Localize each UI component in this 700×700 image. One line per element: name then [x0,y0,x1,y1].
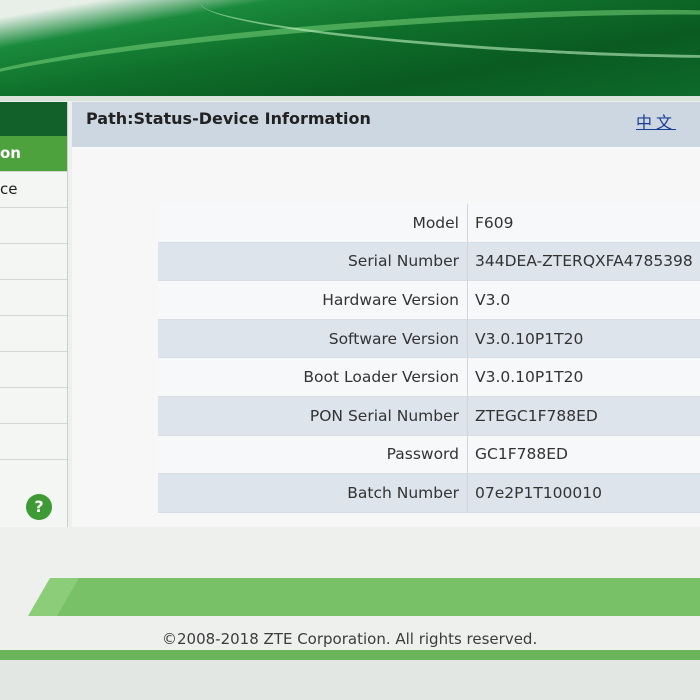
password-value: GC1F788ED [467,435,700,475]
table-row: Boot Loader Version V3.0.10P1T20 [158,357,700,397]
password-label: Password [158,435,468,475]
serial-number-value: 344DEA-ZTERQXFA4785398 [467,242,700,282]
hardware-version-value: V3.0 [467,280,700,320]
table-row: Model F609 [158,204,700,243]
pon-serial-number-value: ZTEGC1F788ED [467,396,700,436]
path-bar: Path:Status-Device Information 中文 [72,102,700,147]
footer-line [0,650,700,660]
boot-loader-version-value: V3.0.10P1T20 [467,357,700,397]
table-row: Hardware Version V3.0 [158,280,700,320]
table-row: Password GC1F788ED [158,435,700,475]
sidebar-item[interactable] [0,244,67,280]
hardware-version-label: Hardware Version [158,280,468,320]
sidebar-item[interactable] [0,208,67,244]
table-row: Batch Number 07e2P1T100010 [158,473,700,513]
pon-serial-number-label: PON Serial Number [158,396,468,436]
software-version-value: V3.0.10P1T20 [467,319,700,359]
table-row: PON Serial Number ZTEGC1F788ED [158,396,700,436]
software-version-label: Software Version [158,319,468,359]
page-bottom [0,660,700,700]
language-switch-link[interactable]: 中文 [636,109,676,133]
sidebar-menu: on ce ? [0,102,68,527]
sidebar-item[interactable] [0,352,67,388]
header-banner [0,0,700,96]
serial-number-label: Serial Number [158,242,468,282]
copyright-text: ©2008-2018 ZTE Corporation. All rights r… [162,630,538,648]
sidebar-item[interactable] [0,388,67,424]
sidebar-item[interactable] [0,280,67,316]
sidebar-item[interactable] [0,424,67,460]
model-value: F609 [467,204,700,243]
sidebar-item-interface[interactable]: ce [0,172,67,208]
main-content: Path:Status-Device Information 中文 Model … [72,102,700,527]
sidebar-item-device-information[interactable]: on [0,136,67,172]
device-info-table: Model F609 Serial Number 344DEA-ZTERQXFA… [158,204,700,513]
page-title: Path:Status-Device Information [86,109,371,128]
sidebar-item[interactable] [0,316,67,352]
table-row: Serial Number 344DEA-ZTERQXFA4785398 [158,242,700,282]
sidebar-menu-header [0,102,67,136]
boot-loader-version-label: Boot Loader Version [158,357,468,397]
batch-number-label: Batch Number [158,473,468,513]
table-row: Software Version V3.0.10P1T20 [158,319,700,359]
model-label: Model [158,204,468,243]
header-divider [0,96,700,101]
footer-band [57,578,700,616]
help-icon[interactable]: ? [26,494,52,520]
batch-number-value: 07e2P1T100010 [467,473,700,513]
